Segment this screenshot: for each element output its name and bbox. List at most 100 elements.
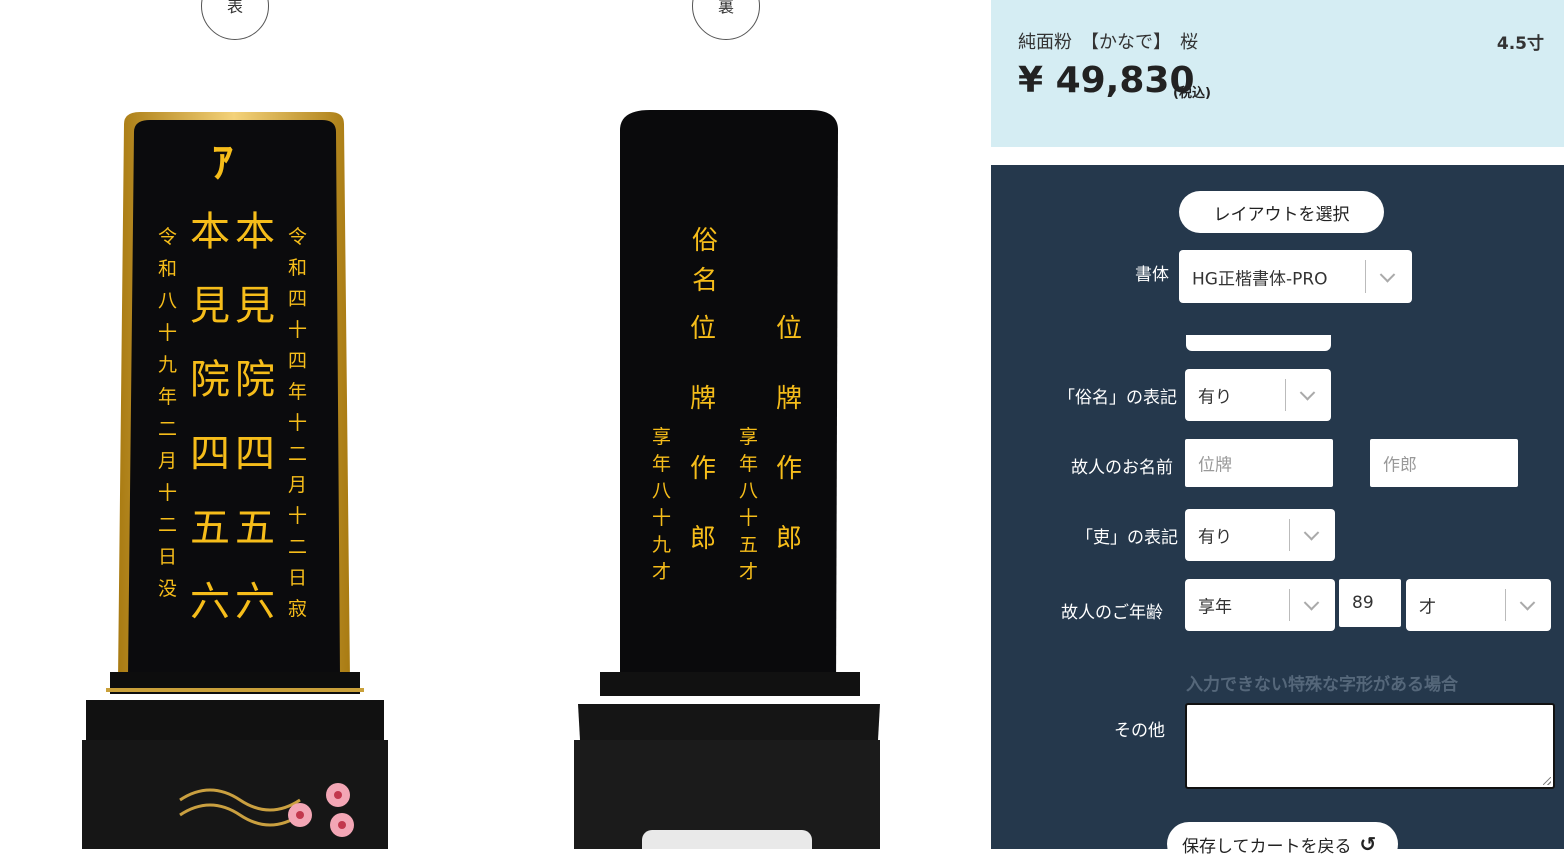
engraved-char: 俗: [692, 226, 719, 256]
bonji-mark: ｱ: [212, 138, 234, 187]
chevron-down-icon: [1299, 385, 1316, 401]
ri-select[interactable]: 有り: [1185, 509, 1335, 561]
engraved-char: 四: [235, 431, 275, 477]
tablet-preview: 表 裏 ｱ 令和八十九年二月十二日没 本見院四五六 本見院四五六 令和四十四年十…: [0, 0, 990, 849]
age-number-input[interactable]: 89: [1339, 579, 1401, 627]
engraved-char: 日: [288, 567, 308, 589]
engraved-char: 年: [739, 453, 759, 475]
engraved-char: 二: [288, 536, 308, 558]
engraved-char: 本: [235, 209, 275, 255]
engraved-char: 四: [190, 431, 230, 477]
engraved-char: 八: [652, 480, 672, 502]
resize-grip-icon[interactable]: [1543, 777, 1551, 785]
product-summary: 純面粉 【かなで】 桜 4.5寸 ¥ 49,830 (税込): [991, 0, 1564, 147]
engraved-char: 十: [288, 319, 308, 341]
front-kaimyo-column-left: 本見院四五六: [190, 212, 230, 622]
back-age-column-2: 享年八十五才: [739, 428, 758, 586]
back-name-column-2: 位牌作郎: [776, 316, 802, 552]
engraved-char: 日: [158, 546, 178, 568]
engraved-char: 院: [190, 357, 230, 403]
engraved-char: 位: [776, 314, 803, 344]
engraved-char: 才: [739, 561, 759, 583]
name-label: 故人のお名前: [1071, 458, 1173, 478]
engraved-char: 牌: [776, 384, 803, 414]
other-textarea[interactable]: [1185, 703, 1555, 789]
engraved-char: 五: [235, 505, 275, 551]
chevron-down-icon: [1519, 595, 1536, 611]
product-size: 4.5寸: [1496, 34, 1544, 54]
font-label: 書体: [1135, 265, 1169, 285]
engraved-char: 十: [288, 412, 308, 434]
engraved-char: 令: [288, 226, 308, 248]
engraved-char: 和: [288, 257, 308, 279]
age-unit-select[interactable]: 才: [1406, 579, 1551, 631]
engraved-char: 令: [158, 226, 178, 248]
ri-label: 「吏」の表記: [1076, 528, 1178, 548]
engraved-char: 六: [190, 579, 230, 625]
tax-note: (税込): [1173, 86, 1211, 101]
other-label: その他: [1114, 721, 1165, 741]
engraved-char: 二: [288, 443, 308, 465]
front-kaimyo-column-right: 本見院四五六: [235, 212, 275, 622]
engraved-char: 年: [652, 453, 672, 475]
undo-icon: ↺: [1359, 832, 1377, 856]
engraved-char: 本: [190, 209, 230, 255]
engraved-char: 十: [158, 322, 178, 344]
engraved-char: 院: [235, 357, 275, 403]
engraved-char: 月: [288, 474, 308, 496]
back-age-column-1: 享年八十九才: [652, 428, 671, 586]
back-zokumyo-label: 俗名: [692, 228, 718, 294]
engraved-char: 郎: [690, 524, 717, 554]
engraved-char: 六: [235, 579, 275, 625]
engraved-char: 見: [235, 283, 275, 329]
select-layout-button[interactable]: レイアウトを選択: [1179, 191, 1384, 233]
age-type-select[interactable]: 享年: [1185, 579, 1335, 631]
engraved-char: 八: [739, 480, 759, 502]
engraved-char: 見: [190, 283, 230, 329]
product-price: ¥ 49,830: [1018, 60, 1195, 101]
engraved-char: 年: [158, 386, 178, 408]
engraved-char: 十: [652, 507, 672, 529]
save-return-cart-button[interactable]: 保存してカートを戻る ↺: [1167, 822, 1398, 866]
surname-input[interactable]: 位牌: [1185, 439, 1333, 487]
engraved-char: 月: [158, 450, 178, 472]
engraving-form: レイアウトを選択 書体 HG正楷書体-PRO 「俗名」の表記 有り 故人のお名前…: [991, 165, 1564, 866]
zokumyo-label: 「俗名」の表記: [1058, 388, 1177, 408]
engraved-char: 十: [288, 505, 308, 527]
font-select[interactable]: HG正楷書体-PRO: [1179, 250, 1412, 303]
engraved-char: 五: [190, 505, 230, 551]
engraved-char: 十: [739, 507, 759, 529]
front-death-date-column-right: 令和四十四年十二月十二日寂: [288, 228, 307, 631]
engraved-char: 四: [288, 350, 308, 372]
age-label: 故人のご年齢: [1061, 603, 1163, 623]
engraved-char: 作: [776, 454, 803, 484]
engraved-char: 五: [739, 534, 759, 556]
engraved-char: 名: [692, 266, 719, 296]
engraved-char: 九: [652, 534, 672, 556]
product-name: 純面粉 【かなで】 桜: [1018, 32, 1198, 53]
engraved-char: 八: [158, 290, 178, 312]
special-glyph-hint: 入力できない特殊な字形がある場合: [1186, 675, 1458, 695]
engraved-char: 二: [158, 418, 178, 440]
back-name-column-1: 位牌作郎: [690, 316, 716, 552]
engraved-char: 和: [158, 258, 178, 280]
engraved-char: 郎: [776, 524, 803, 554]
engraved-char: 享: [739, 426, 759, 448]
scroll-partial-field: [1186, 335, 1331, 351]
chevron-down-icon: [1303, 525, 1320, 541]
engraved-char: 九: [158, 354, 178, 376]
engraved-char: 作: [690, 454, 717, 484]
engraved-char: 没: [158, 578, 178, 600]
back-tablet-image: [574, 110, 880, 849]
engraved-char: 二: [158, 514, 178, 536]
engraved-char: 年: [288, 381, 308, 403]
engraved-char: 牌: [690, 384, 717, 414]
engraved-char: 寂: [288, 598, 308, 620]
engraved-char: 享: [652, 426, 672, 448]
engraved-char: 位: [690, 314, 717, 344]
chevron-down-icon: [1303, 595, 1320, 611]
zokumyo-select[interactable]: 有り: [1185, 369, 1331, 421]
engraved-char: 四: [288, 288, 308, 310]
given-name-input[interactable]: 作郎: [1370, 439, 1518, 487]
engraved-char: 十: [158, 482, 178, 504]
